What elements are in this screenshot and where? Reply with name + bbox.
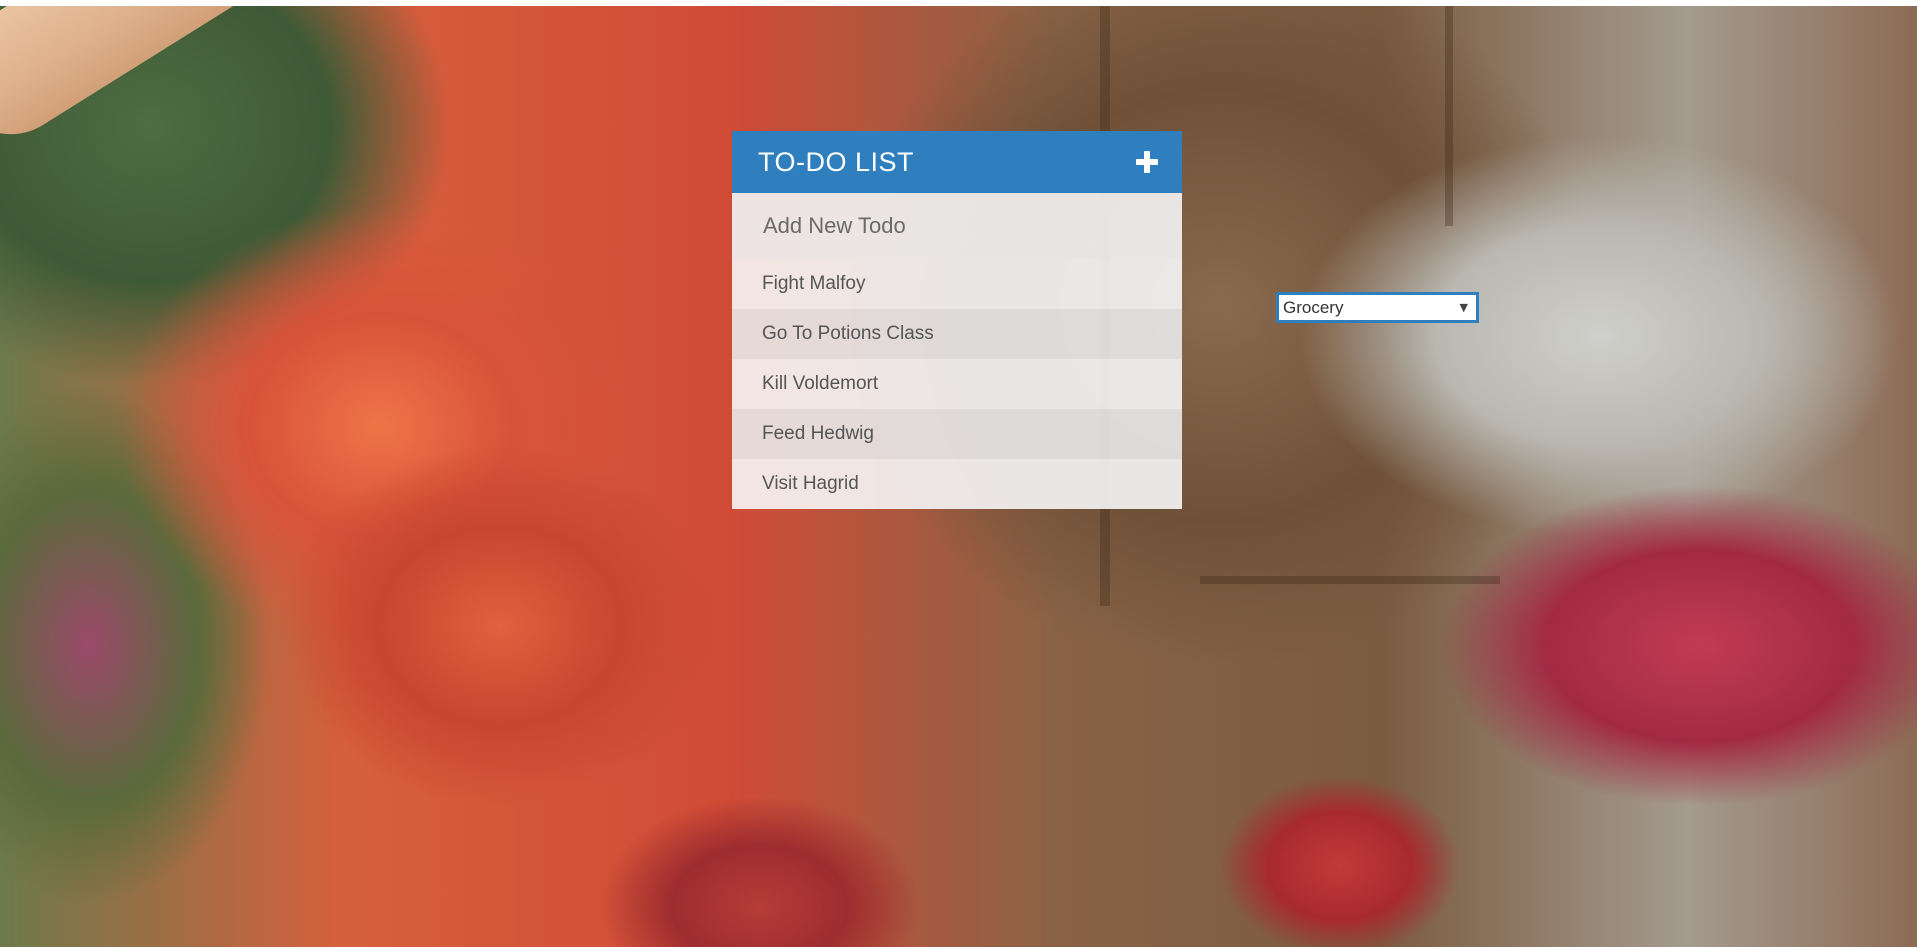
- todo-panel: TO-DO LIST Fight Malfoy Go To Potions Cl…: [732, 131, 1182, 509]
- page: TO-DO LIST Fight Malfoy Go To Potions Cl…: [0, 0, 1917, 947]
- todo-title: TO-DO LIST: [758, 146, 915, 177]
- todo-item-go-to-potions-class[interactable]: Go To Potions Class: [732, 309, 1182, 359]
- add-todo-row: [732, 193, 1182, 259]
- chevron-down-icon: ▼: [1459, 301, 1468, 314]
- todo-item-visit-hagrid[interactable]: Visit Hagrid: [732, 459, 1182, 509]
- todo-header: TO-DO LIST: [732, 131, 1182, 193]
- todo-list: Fight Malfoy Go To Potions Class Kill Vo…: [732, 259, 1182, 509]
- category-select[interactable]: Grocery ▼: [1276, 292, 1479, 323]
- todo-item-feed-hedwig[interactable]: Feed Hedwig: [732, 409, 1182, 459]
- plus-icon[interactable]: [1136, 151, 1158, 173]
- todo-item-fight-malfoy[interactable]: Fight Malfoy: [732, 259, 1182, 309]
- add-todo-input[interactable]: [761, 212, 1145, 240]
- todo-item-kill-voldemort[interactable]: Kill Voldemort: [732, 359, 1182, 409]
- background-crate-edge: [1445, 6, 1453, 226]
- background-crate-edge: [1200, 576, 1500, 584]
- background-arm: [0, 6, 756, 157]
- category-select-value: Grocery: [1283, 297, 1344, 317]
